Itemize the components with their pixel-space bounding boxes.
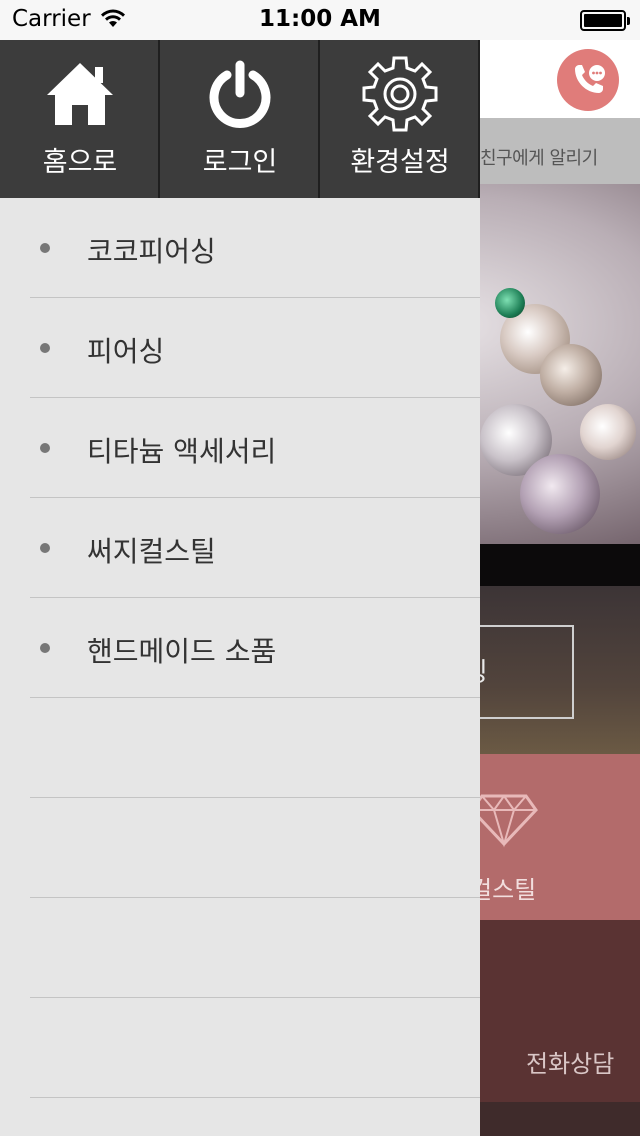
login-button[interactable]: 로그인 (160, 40, 320, 198)
menu-item-label: 써지컬스틸 (87, 535, 216, 568)
status-bar: Carrier 11:00 AM (0, 0, 640, 40)
menu-item-empty (0, 698, 480, 798)
menu-item-label: 핸드메이드 소품 (87, 635, 277, 668)
home-label: 홈으로 (42, 147, 118, 178)
call-button[interactable] (557, 49, 619, 111)
menu-item-surgical-steel[interactable]: 써지컬스틸 (0, 498, 480, 598)
menu-item-label: 코코피어싱 (87, 235, 216, 268)
side-drawer: 홈으로 로그인 환경설정 코코피어싱 피어싱 티타늄 액세서리 써지컬스틸 핸드… (0, 40, 480, 1136)
phone-chat-icon (575, 65, 605, 93)
bullet-icon (40, 343, 50, 353)
phone-consult-label: 전화상담 (526, 1050, 615, 1078)
share-label[interactable]: 친구에게 알리기 (480, 144, 598, 170)
menu-item-piercing[interactable]: 피어싱 (0, 298, 480, 398)
menu-item-label: 티타늄 액세서리 (87, 435, 277, 468)
category-menu: 코코피어싱 피어싱 티타늄 액세서리 써지컬스틸 핸드메이드 소품 (0, 198, 480, 1098)
gear-icon (320, 54, 480, 134)
login-label: 로그인 (202, 147, 278, 178)
bullet-icon (40, 543, 50, 553)
menu-item-handmade[interactable]: 핸드메이드 소품 (0, 598, 480, 698)
status-time: 11:00 AM (259, 6, 381, 32)
menu-item-empty (0, 898, 480, 998)
bullet-icon (40, 643, 50, 653)
menu-item-empty (0, 998, 480, 1098)
menu-item-empty (0, 798, 480, 898)
battery-icon (580, 10, 630, 31)
settings-button[interactable]: 환경설정 (320, 40, 480, 198)
bullet-icon (40, 443, 50, 453)
menu-item-label: 피어싱 (87, 335, 165, 368)
home-icon (0, 54, 160, 134)
menu-item-titanium-accessory[interactable]: 티타늄 액세서리 (0, 398, 480, 498)
drawer-toolbar: 홈으로 로그인 환경설정 (0, 40, 480, 198)
power-icon (160, 54, 320, 134)
home-button[interactable]: 홈으로 (0, 40, 160, 198)
menu-item-coco-piercing[interactable]: 코코피어싱 (0, 198, 480, 298)
settings-label: 환경설정 (350, 147, 450, 178)
bullet-icon (40, 243, 50, 253)
